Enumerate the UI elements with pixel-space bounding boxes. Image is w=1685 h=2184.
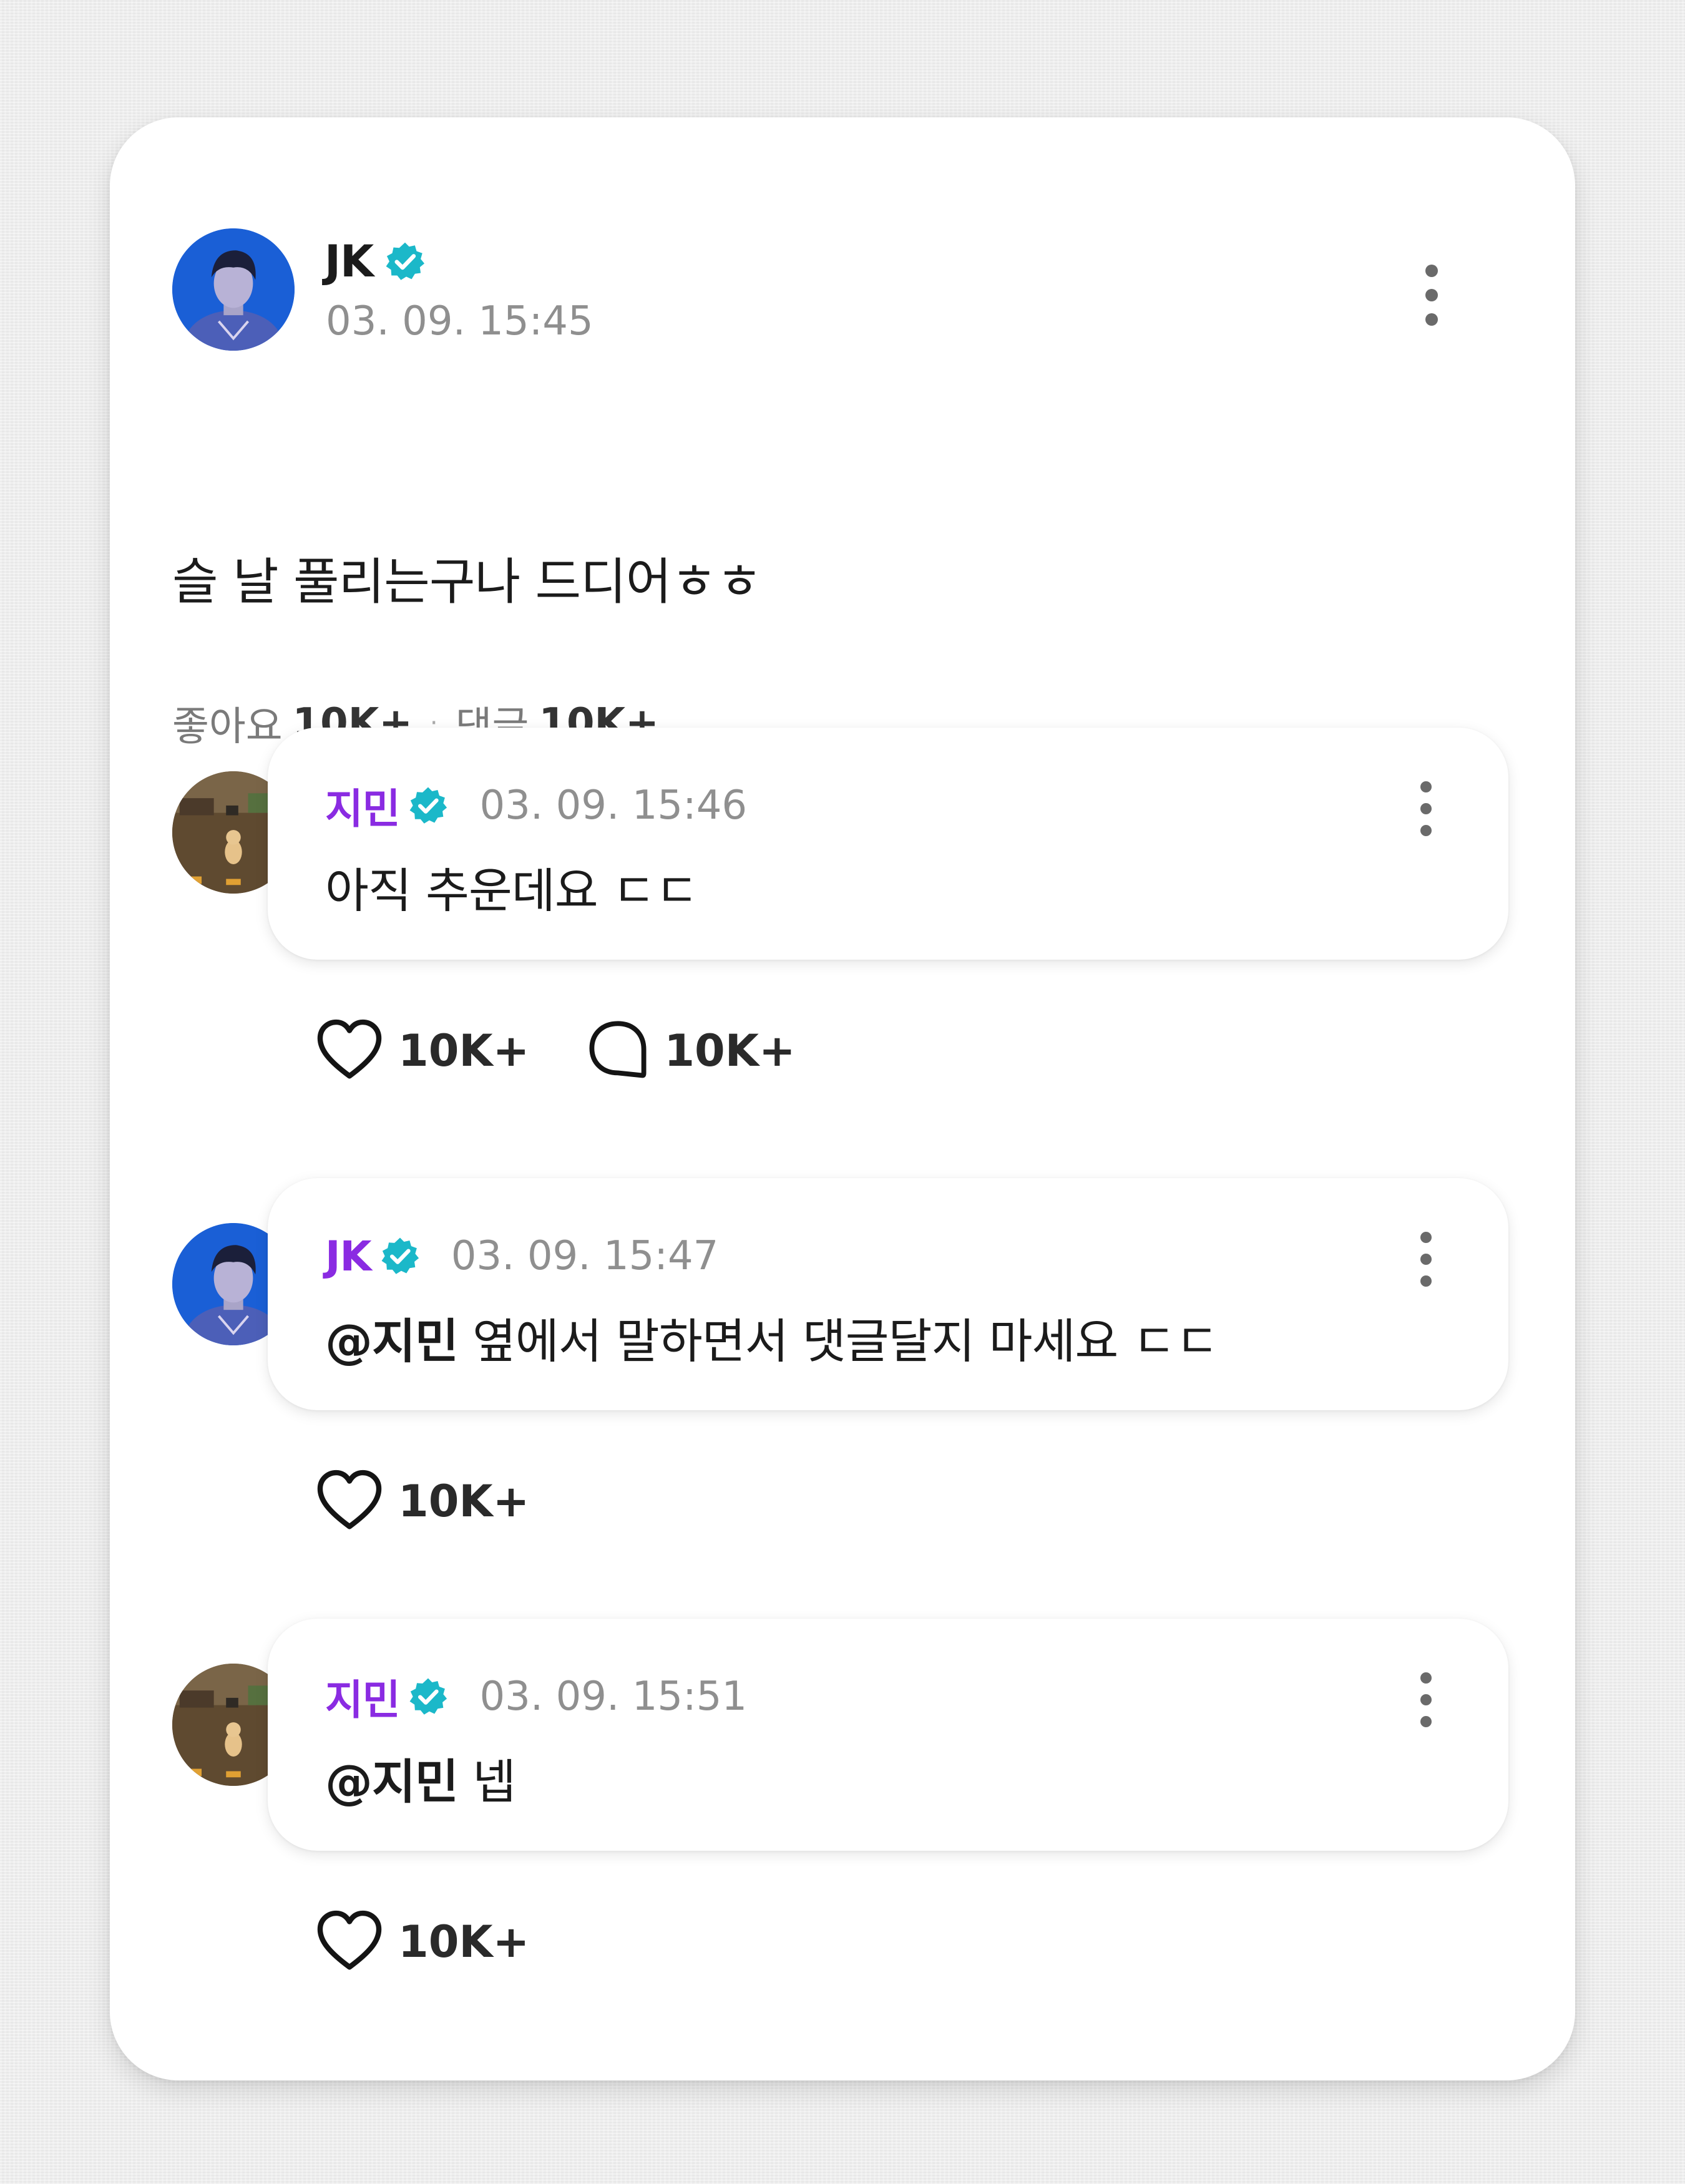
post-author-name[interactable]: JK [325,236,374,287]
mention-link[interactable]: @지민 [325,1314,459,1369]
comment-header: 지민 03. 09. 15:51 [325,1669,747,1725]
like-count: 10K+ [398,1916,530,1967]
comment-timestamp: 03. 09. 15:51 [479,1674,748,1720]
reply-count: 10K+ [664,1025,796,1076]
heart-icon [315,1016,384,1086]
comment-actions: 10K+ [315,1466,585,1536]
verified-badge-icon [408,786,448,826]
heart-icon [315,1466,384,1536]
comment-header: 지민 03. 09. 15:46 [325,778,747,834]
comment-timestamp: 03. 09. 15:47 [451,1233,719,1279]
comment-bubble: 지민 03. 09. 15:46 아직 추운데요 ㄷㄷ [268,728,1508,960]
comment-author-name[interactable]: 지민 [325,1667,400,1727]
like-count: 10K+ [398,1476,530,1527]
heart-icon [315,1907,384,1977]
more-options-icon[interactable] [1419,261,1444,329]
like-button[interactable]: 10K+ [315,1466,529,1536]
more-options-icon[interactable] [1415,1669,1437,1731]
comment-bubble: 지민 03. 09. 15:51 @지민 넵 [268,1619,1508,1851]
verified-badge-icon [408,1677,448,1717]
post-timestamp: 03. 09. 15:45 [326,298,593,344]
like-button[interactable]: 10K+ [315,1016,529,1086]
comment-header: JK 03. 09. 15:47 [325,1228,718,1284]
comment-body: 넵 [457,1754,516,1810]
comment-author-name[interactable]: 지민 [325,776,400,836]
comment-timestamp: 03. 09. 15:46 [479,782,748,829]
speech-bubble-icon [585,1018,650,1083]
comment-text: @지민 옆에서 말하면서 댓글달지 마세요 ㄷㄷ [325,1303,1219,1372]
comment-body: 옆에서 말하면서 댓글달지 마세요 ㄷㄷ [457,1314,1219,1369]
post-author-row: JK [325,236,426,287]
verified-badge-icon [380,1236,420,1276]
comment-text: 아직 추운데요 ㄷㄷ [325,852,699,921]
comment-body: 아직 추운데요 ㄷㄷ [325,863,699,919]
more-options-icon[interactable] [1415,778,1437,840]
post-body: 슬 날 풀리는구나 드디어ㅎㅎ [172,553,762,611]
comment-actions: 10K+ [315,1907,585,1977]
more-options-icon[interactable] [1415,1228,1437,1290]
like-count: 10K+ [398,1025,530,1076]
comment-text: @지민 넵 [325,1743,516,1812]
mention-link[interactable]: @지민 [325,1754,459,1810]
verified-badge-icon [384,241,426,282]
author-avatar[interactable] [172,228,295,351]
post-card: JK 03. 09. 15:45 슬 날 풀리는구나 드디어ㅎㅎ 좋아요 10K… [110,117,1575,2080]
like-button[interactable]: 10K+ [315,1907,529,1977]
likes-label: 좋아요 [172,704,283,750]
comment-actions: 10K+ 10K+ [315,1016,852,1086]
comment-bubble: JK 03. 09. 15:47 @지민 옆에서 말하면서 댓글달지 마세요 ㄷ… [268,1178,1508,1410]
comment-author-name[interactable]: JK [325,1232,372,1280]
reply-button[interactable]: 10K+ [585,1018,796,1083]
